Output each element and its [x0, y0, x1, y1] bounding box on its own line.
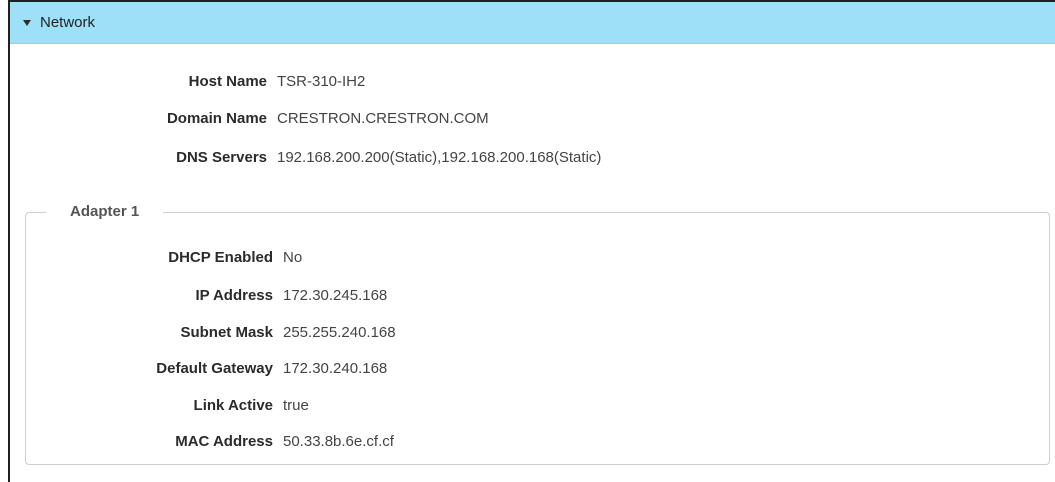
- host-name-value: TSR-310-IH2: [277, 72, 366, 90]
- mac-address-label: MAC Address: [175, 432, 273, 450]
- dns-servers-label: DNS Servers: [176, 148, 267, 166]
- subnet-mask-label: Subnet Mask: [180, 323, 273, 341]
- domain-name-label: Domain Name: [166, 109, 267, 127]
- adapter-1-title: Adapter 1: [46, 203, 164, 220]
- ip-address-label: IP Address: [195, 286, 273, 304]
- mac-address-value: 50.33.8b.6e.cf.cf: [283, 432, 394, 450]
- adapter-1-fieldset: Adapter 1 DHCP Enabled No IP Address 172…: [25, 203, 1050, 465]
- panel-title: Network: [40, 14, 96, 31]
- dhcp-enabled-label: DHCP Enabled: [168, 248, 273, 266]
- mac-address-row: MAC Address 50.33.8b.6e.cf.cf: [0, 430, 394, 452]
- dns-servers-value: 192.168.200.200(Static),192.168.200.168(…: [277, 148, 602, 166]
- network-panel: Network Host Name TSR-310-IH2 Domain Nam…: [8, 0, 1055, 482]
- link-active-value: true: [283, 396, 309, 414]
- ip-address-value: 172.30.245.168: [283, 286, 388, 304]
- dns-servers-row: DNS Servers 192.168.200.200(Static),192.…: [0, 146, 601, 168]
- dhcp-enabled-row: DHCP Enabled No: [0, 246, 302, 268]
- ip-address-row: IP Address 172.30.245.168: [0, 284, 387, 306]
- domain-name-value: CRESTRON.CRESTRON.COM: [277, 109, 489, 127]
- link-active-row: Link Active true: [0, 394, 309, 416]
- dhcp-enabled-value: No: [283, 248, 303, 266]
- domain-name-row: Domain Name CRESTRON.CRESTRON.COM: [0, 107, 489, 129]
- link-active-label: Link Active: [193, 396, 273, 414]
- default-gateway-row: Default Gateway 172.30.240.168: [0, 357, 387, 379]
- host-name-row: Host Name TSR-310-IH2: [0, 70, 366, 92]
- default-gateway-value: 172.30.240.168: [283, 359, 388, 377]
- subnet-mask-value: 255.255.240.168: [283, 323, 396, 341]
- subnet-mask-row: Subnet Mask 255.255.240.168: [0, 321, 396, 343]
- default-gateway-label: Default Gateway: [156, 359, 273, 377]
- host-name-label: Host Name: [188, 72, 267, 90]
- caret-down-icon[interactable]: [23, 20, 31, 26]
- network-panel-header[interactable]: Network: [10, 2, 1055, 44]
